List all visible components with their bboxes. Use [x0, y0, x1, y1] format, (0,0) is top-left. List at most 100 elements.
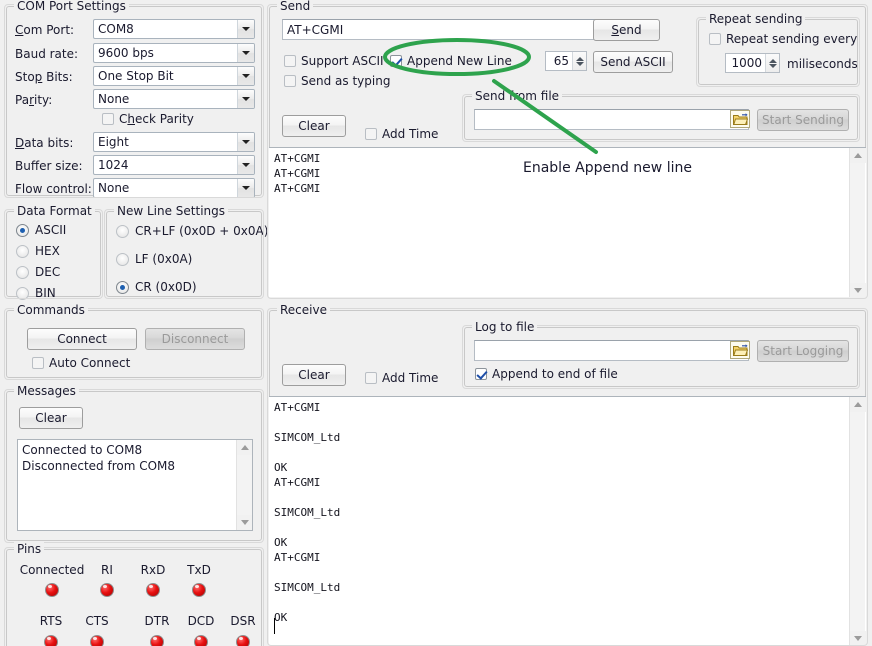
start-logging-button[interactable]: Start Logging	[757, 340, 849, 362]
pin-label-ri: RI	[87, 563, 127, 577]
flow-control-label: Flow control:	[15, 182, 92, 196]
new-line-settings-group: New Line Settings CR+LF (0x0D + 0x0A) LF…	[106, 211, 262, 297]
messages-title: Messages	[14, 384, 79, 398]
radio-label: CR+LF (0x0D + 0x0A)	[135, 224, 268, 238]
chevron-down-icon	[237, 20, 254, 38]
check-parity-label: Check Parity	[119, 112, 194, 126]
com-port-settings-title: COM Port Settings	[14, 0, 129, 13]
buffer-size-select[interactable]: 1024	[93, 155, 255, 175]
repeat-interval-spinner[interactable]: 1000	[725, 53, 780, 73]
radio-data-format-dec[interactable]: DEC	[16, 265, 60, 279]
log-to-file-title: Log to file	[472, 320, 537, 334]
stop-bits-select[interactable]: One Stop Bit	[93, 66, 255, 86]
append-new-line-label: Append New Line	[407, 54, 512, 68]
led-dsr	[236, 635, 250, 646]
data-bits-select[interactable]: Eight	[93, 132, 255, 152]
annotation-text: Enable Append new line	[523, 160, 692, 176]
messages-clear-button[interactable]: Clear	[19, 407, 83, 429]
radio-label: CR (0x0D)	[135, 280, 197, 294]
baud-rate-select[interactable]: 9600 bps	[93, 43, 255, 63]
radio-label: BIN	[35, 286, 56, 300]
auto-connect-checkbox[interactable]: Auto Connect	[32, 356, 130, 370]
scroll-up-icon[interactable]	[850, 397, 866, 412]
send-group: Send AT+CGMI Send Support ASCII Append N…	[269, 6, 866, 297]
auto-connect-label: Auto Connect	[49, 356, 130, 370]
send-add-time-label: Add Time	[382, 127, 438, 141]
receive-clear-button[interactable]: Clear	[282, 364, 346, 386]
log-to-file-group: Log to file Start Logging Append to end …	[464, 327, 858, 387]
chevron-down-icon	[237, 133, 254, 151]
send-add-time-checkbox[interactable]: Add Time	[365, 127, 438, 141]
com-port-select[interactable]: COM8	[93, 19, 255, 39]
start-logging-label: Start Logging	[763, 344, 844, 358]
messages-scrollbar[interactable]	[236, 440, 252, 530]
data-format-group: Data Format ASCII HEX DEC BIN	[6, 211, 101, 297]
send-button[interactable]: Send	[593, 19, 660, 41]
scroll-down-icon[interactable]	[237, 515, 253, 530]
check-parity-checkbox[interactable]: Check Parity	[102, 112, 194, 126]
send-log-scrollbar[interactable]	[849, 148, 865, 297]
com-port-value: COM8	[98, 22, 237, 36]
messages-group: Messages Clear Connected to COM8 Disconn…	[6, 391, 262, 541]
log-file-path-input[interactable]	[474, 340, 749, 361]
radio-circle	[16, 245, 29, 258]
send-as-typing-checkbox[interactable]: Send as typing	[284, 74, 390, 88]
radio-newline-cr[interactable]: CR (0x0D)	[116, 280, 197, 294]
text-cursor	[274, 618, 275, 634]
radio-circle	[116, 253, 129, 266]
start-sending-button[interactable]: Start Sending	[757, 109, 849, 131]
scroll-up-icon[interactable]	[850, 148, 866, 163]
scroll-down-icon[interactable]	[850, 631, 866, 645]
checkbox-box	[284, 75, 296, 87]
spinner-arrows-icon[interactable]	[572, 52, 586, 70]
receive-log-scrollbar[interactable]	[849, 397, 865, 645]
new-line-settings-title: New Line Settings	[114, 204, 228, 218]
com-port-settings-group: COM Port Settings Com Port: COM8 Baud ra…	[6, 6, 262, 196]
connect-button[interactable]: Connect	[27, 328, 137, 350]
baud-rate-label: Baud rate:	[15, 47, 78, 61]
receive-add-time-checkbox[interactable]: Add Time	[365, 371, 438, 385]
scroll-up-icon[interactable]	[237, 440, 253, 455]
append-new-line-checkbox[interactable]: Append New Line	[390, 54, 512, 68]
disconnect-button-label: Disconnect	[162, 332, 229, 346]
messages-list-text: Connected to COM8 Disconnected from COM8	[22, 442, 232, 474]
send-command-input[interactable]: AT+CGMI	[282, 19, 600, 40]
send-clear-button[interactable]: Clear	[282, 115, 346, 137]
data-bits-value: Eight	[98, 135, 237, 149]
radio-label: HEX	[35, 244, 60, 258]
send-as-typing-label: Send as typing	[301, 74, 390, 88]
repeat-sending-title: Repeat sending	[706, 12, 805, 26]
ascii-code-value: 65	[546, 54, 572, 68]
send-ascii-button[interactable]: Send ASCII	[593, 51, 673, 73]
parity-select[interactable]: None	[93, 89, 255, 109]
browse-folder-icon[interactable]	[730, 110, 750, 128]
checkbox-box	[390, 55, 402, 67]
append-to-end-checkbox[interactable]: Append to end of file	[475, 367, 618, 381]
flow-control-select[interactable]: None	[93, 178, 255, 198]
commands-title: Commands	[14, 303, 88, 317]
browse-folder-icon[interactable]	[730, 341, 750, 359]
scroll-down-icon[interactable]	[850, 283, 866, 297]
disconnect-button[interactable]: Disconnect	[145, 328, 245, 350]
repeat-sending-checkbox[interactable]: Repeat sending every	[709, 32, 857, 46]
send-from-file-group: Send from file Start Sending	[464, 96, 858, 140]
receive-log-area[interactable]: AT+CGMI SIMCOM_Ltd OK AT+CGMI SIMCOM_Ltd…	[269, 396, 866, 645]
pin-label-connected: Connected	[14, 563, 90, 577]
pin-label-cts: CTS	[75, 614, 119, 628]
send-file-path-input[interactable]	[474, 109, 749, 130]
radio-data-format-hex[interactable]: HEX	[16, 244, 60, 258]
support-ascii-checkbox[interactable]: Support ASCII	[284, 54, 384, 68]
messages-list[interactable]: Connected to COM8 Disconnected from COM8	[17, 439, 253, 531]
radio-circle	[16, 266, 29, 279]
spinner-arrows-icon[interactable]	[765, 54, 779, 72]
radio-newline-crlf[interactable]: CR+LF (0x0D + 0x0A)	[116, 224, 268, 238]
radio-data-format-ascii[interactable]: ASCII	[16, 223, 66, 237]
radio-newline-lf[interactable]: LF (0x0A)	[116, 252, 192, 266]
radio-label: ASCII	[35, 223, 66, 237]
radio-data-format-bin[interactable]: BIN	[16, 286, 56, 300]
led-dcd	[194, 635, 208, 646]
ascii-code-spinner[interactable]: 65	[545, 51, 587, 71]
led-rts	[44, 635, 58, 646]
led-txd	[192, 583, 206, 597]
append-to-end-label: Append to end of file	[492, 367, 618, 381]
